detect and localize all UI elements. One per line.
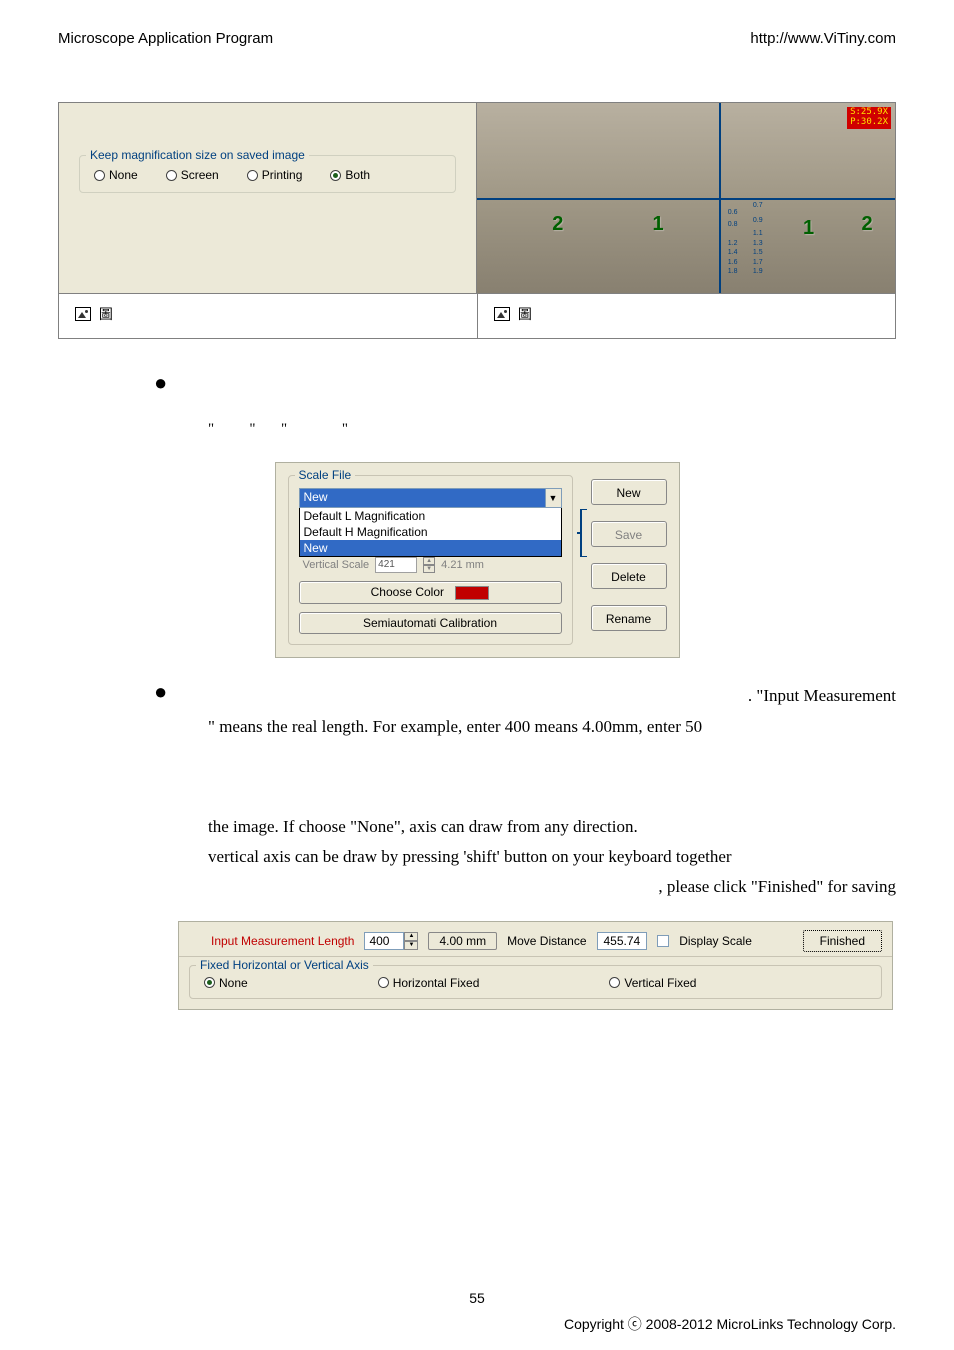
ruler-big-2b: 2	[862, 213, 873, 236]
radio-printing-label: Printing	[262, 168, 303, 182]
para2-line1: the image. If choose "None", axis can dr…	[208, 812, 896, 842]
radio-printing[interactable]: Printing	[247, 168, 303, 182]
para2-line2: vertical axis can be draw by pressing 's…	[208, 842, 896, 872]
delete-button[interactable]: Delete	[591, 563, 667, 589]
input-measurement-value[interactable]: 400	[364, 932, 404, 950]
bullet-dot: ●	[154, 373, 167, 393]
keep-magnification-group: Keep magnification size on saved image N…	[79, 155, 456, 193]
vertical-scale-mm: 4.21 mm	[441, 559, 484, 571]
color-swatch	[455, 586, 489, 600]
fixed-axis-legend: Fixed Horizontal or Vertical Axis	[196, 958, 373, 972]
save-button[interactable]: Save	[591, 521, 667, 547]
figure-right-cell: S:25.9X P:30.2X 0.6 0.8 1.2 1.4 1.6 1.8 …	[477, 103, 895, 293]
radio-axis-horizontal-label: Horizontal Fixed	[393, 976, 480, 990]
radio-axis-horizontal-circle	[378, 977, 389, 988]
chevron-down-icon[interactable]: ▼	[404, 941, 418, 950]
ruler-big-1b: 1	[803, 217, 814, 240]
scale-file-panel: Scale File New ▼ Default L Magnification…	[275, 462, 680, 658]
scale-file-dropdown[interactable]: Default L Magnification Default H Magnif…	[299, 508, 562, 557]
scale-file-legend: Scale File	[295, 468, 356, 482]
radio-screen[interactable]: Screen	[166, 168, 219, 182]
para1-line2: " means the real length. For example, en…	[208, 712, 896, 742]
display-scale-checkbox[interactable]	[657, 935, 669, 947]
radio-both[interactable]: Both	[330, 168, 370, 182]
radio-axis-vertical-circle	[609, 977, 620, 988]
semi-calibration-button[interactable]: Semiautomati Calibration	[299, 612, 562, 634]
radio-screen-circle	[166, 170, 177, 181]
radio-none[interactable]: None	[94, 168, 138, 182]
input-measurement-label: Input Measurement Length	[211, 934, 354, 948]
chevron-up-icon[interactable]: ▲	[404, 932, 418, 941]
figure-right-caption: 圖	[477, 294, 895, 338]
badge-p: P:30.2X	[850, 118, 888, 128]
radio-axis-none-circle	[204, 977, 215, 988]
measurement-control-bar: Input Measurement Length 400 ▲▼ 4.00 mm …	[178, 921, 893, 1010]
para1-line1: . "Input Measurement	[208, 681, 896, 711]
quote-fragment-line: " " " "	[208, 421, 896, 438]
radio-axis-vertical-label: Vertical Fixed	[624, 976, 696, 990]
chevron-down-icon[interactable]: ▼	[545, 489, 561, 507]
scale-file-selected: New	[300, 489, 545, 507]
display-scale-label: Display Scale	[679, 934, 752, 948]
choose-color-button[interactable]: Choose Color	[299, 581, 562, 604]
page-number: 55	[0, 1290, 954, 1306]
move-distance-label: Move Distance	[507, 934, 586, 948]
radio-axis-horizontal[interactable]: Horizontal Fixed	[378, 976, 480, 990]
figure-left-caption-text: 圖	[99, 306, 113, 322]
rename-button[interactable]: Rename	[591, 605, 667, 631]
radio-none-circle	[94, 170, 105, 181]
vertical-scale-input[interactable]: 421	[375, 557, 417, 573]
radio-both-label: Both	[345, 168, 370, 182]
para2-line3: , please click "Finished" for saving	[208, 872, 896, 902]
doc-title-right: http://www.ViTiny.com	[750, 30, 896, 47]
figure-right-caption-text: 圖	[518, 306, 532, 322]
radio-axis-none-label: None	[219, 976, 248, 990]
input-measurement-stepper[interactable]: 400 ▲▼	[364, 932, 418, 950]
radio-axis-none[interactable]: None	[204, 976, 248, 990]
keep-magnification-legend: Keep magnification size on saved image	[86, 148, 309, 162]
image-icon	[75, 307, 91, 321]
doc-title-left: Microscope Application Program	[58, 30, 273, 47]
figure-row: Keep magnification size on saved image N…	[58, 102, 896, 294]
dropdown-item-default-h[interactable]: Default H Magnification	[300, 524, 561, 540]
figure-left-caption: 圖	[59, 294, 477, 338]
dropdown-item-default-l[interactable]: Default L Magnification	[300, 508, 561, 524]
radio-axis-vertical[interactable]: Vertical Fixed	[609, 976, 696, 990]
finished-button[interactable]: Finished	[803, 930, 882, 952]
magnification-badge: S:25.9X P:30.2X	[847, 107, 891, 129]
move-distance-value: 455.74	[597, 932, 648, 950]
crosshair-horizontal	[477, 198, 895, 200]
radio-screen-label: Screen	[181, 168, 219, 182]
vertical-scale-stepper[interactable]: ▲▼	[423, 557, 435, 573]
mm-button[interactable]: 4.00 mm	[428, 932, 497, 950]
radio-printing-circle	[247, 170, 258, 181]
ruler-big-1a: 1	[653, 213, 664, 236]
bullet-dot: ●	[154, 682, 167, 702]
vertical-scale-label: Vertical Scale	[303, 559, 370, 571]
new-button[interactable]: New	[591, 479, 667, 505]
radio-both-circle	[330, 170, 341, 181]
radio-none-label: None	[109, 168, 138, 182]
image-icon	[494, 307, 510, 321]
ruler-big-2a: 2	[552, 213, 563, 236]
dropdown-item-new[interactable]: New	[300, 540, 561, 556]
figure-left-cell: Keep magnification size on saved image N…	[59, 103, 477, 293]
choose-color-label: Choose Color	[371, 585, 444, 599]
scale-file-combo[interactable]: New ▼	[299, 488, 562, 508]
copyright: Copyright ⓒ 2008-2012 MicroLinks Technol…	[564, 1314, 896, 1334]
